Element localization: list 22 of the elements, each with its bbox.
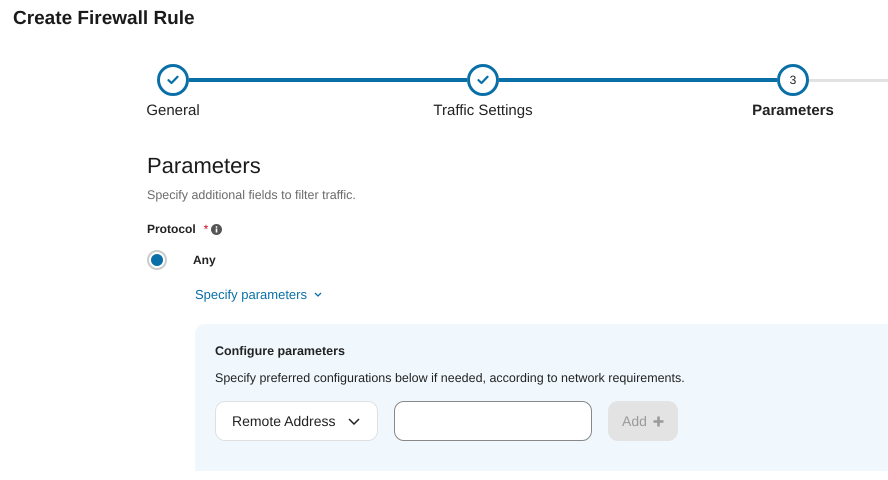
chevron-icon	[314, 292, 322, 297]
step-indicator: 3	[777, 64, 809, 96]
radio-button[interactable]	[147, 250, 167, 270]
step-label: Traffic Settings	[433, 102, 533, 119]
panel-description: Specify preferred configurations below if needed, according to network requirements.	[215, 371, 686, 385]
page-title: Create Firewall Rule	[12, 7, 196, 31]
check-icon	[167, 75, 179, 85]
option-label: Any	[193, 253, 216, 267]
panel-title: Configure parameters	[215, 344, 346, 358]
check-icon	[477, 75, 489, 85]
plus-icon	[652, 416, 664, 426]
specify-parameters-link[interactable]: Specify parameters	[195, 287, 322, 302]
section-description: Specify additional fields to filter traffic.	[147, 188, 357, 202]
section-title: Parameters	[147, 152, 262, 180]
required-mark: *	[204, 222, 208, 236]
info-icon	[211, 224, 222, 234]
step-label: General	[146, 102, 200, 119]
parameter-dropdown[interactable]: Remote Address	[215, 401, 378, 441]
step-label: Parameters	[752, 102, 834, 119]
input-field[interactable]	[394, 401, 592, 441]
field-label: Protocol	[147, 222, 196, 236]
chevron-icon	[348, 418, 360, 424]
